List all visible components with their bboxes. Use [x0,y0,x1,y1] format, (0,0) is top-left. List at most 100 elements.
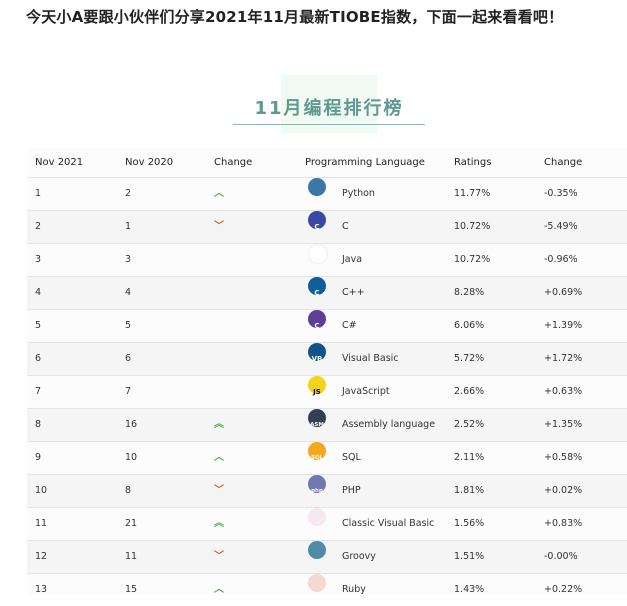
trend-up-icon: ︿ [214,452,224,463]
table-row: 2 1 ﹀ C C 10.72% -5.49% [27,210,627,243]
table-header: Nov 2021 Nov 2020 Change Programming Lan… [27,148,627,177]
python-icon [308,178,326,196]
rank-nov-2020: 6 [125,353,132,364]
language-name: SQL [342,452,361,463]
rank-nov-2020: 2 [125,188,132,199]
rank-nov-2021: 3 [35,254,42,265]
header-language: Programming Language [305,157,425,168]
rating-value: 1.81% [454,485,485,496]
table-row: 6 6 VB Visual Basic 5.72% +1.72% [27,342,627,375]
language-name: Visual Basic [342,353,399,364]
trend-down-icon: ﹀ [214,221,224,232]
rank-nov-2021: 10 [35,485,48,496]
rating-value: 2.52% [454,419,485,430]
table-row: 4 4 C C++ 8.28% +0.69% [27,276,627,309]
table-row: 5 5 C C# 6.06% +1.39% [27,309,627,342]
ranking-table: Nov 2021 Nov 2020 Change Programming Lan… [27,148,627,595]
rating-value: 2.66% [454,386,485,397]
rank-nov-2021: 5 [35,320,42,331]
rating-value: 2.11% [454,452,485,463]
header-rating-change: Change [544,157,583,168]
rank-nov-2021: 8 [35,419,42,430]
rank-nov-2020: 3 [125,254,132,265]
sql-icon: SQL [308,442,326,461]
cpp-icon: C [308,277,326,297]
rank-nov-2020: 1 [125,221,132,232]
rank-nov-2020: 7 [125,386,132,397]
table-row: 11 21 ︽ Classic Visual Basic 1.56% +0.83% [27,507,627,540]
table-row: 8 16 ︽ ASM Assembly language 2.52% +1.35% [27,408,627,441]
ruby-icon [308,574,326,592]
rank-nov-2021: 9 [35,452,42,463]
rank-nov-2020: 21 [125,518,138,529]
php-icon: php [308,475,326,494]
rating-change: +0.69% [544,287,583,298]
rank-nov-2021: 4 [35,287,42,298]
rank-nov-2020: 4 [125,287,132,298]
rank-nov-2021: 7 [35,386,42,397]
c-icon: C [308,211,326,231]
rating-change: +0.63% [544,386,583,397]
table-row: 1 2 ︿ Python 11.77% -0.35% [27,177,627,210]
rank-nov-2021: 2 [35,221,42,232]
rank-nov-2021: 11 [35,518,48,529]
language-name: Python [342,188,375,199]
classic-visual-basic-icon [308,508,326,526]
rank-nov-2020: 8 [125,485,132,496]
rating-change: -0.00% [544,551,578,562]
trend-up-icon: ︿ [214,584,224,595]
java-icon [308,244,328,264]
header-nov-2020: Nov 2020 [125,157,174,168]
rating-change: +0.58% [544,452,583,463]
rank-nov-2021: 6 [35,353,42,364]
language-name: Ruby [342,584,366,595]
rating-value: 5.72% [454,353,485,364]
table-row: 9 10 ︿ SQL SQL 2.11% +0.58% [27,441,627,474]
rating-value: 11.77% [454,188,491,199]
rank-nov-2020: 10 [125,452,138,463]
rank-nov-2020: 5 [125,320,132,331]
header-change: Change [214,157,253,168]
language-name: Classic Visual Basic [342,518,435,529]
header-ratings: Ratings [454,157,492,168]
assembly-icon: ASM [308,409,326,428]
rating-value: 6.06% [454,320,485,331]
table-row: 10 8 ﹀ php PHP 1.81% +0.02% [27,474,627,507]
rating-change: -0.96% [544,254,578,265]
trend-double-up-icon: ︽ [214,518,224,529]
javascript-icon: JS [308,376,326,396]
rating-change: +0.83% [544,518,583,529]
rating-change: +1.35% [544,419,583,430]
rating-change: -5.49% [544,221,578,232]
table-row: 7 7 JS JavaScript 2.66% +0.63% [27,375,627,408]
table-row: 13 15 ︿ Ruby 1.43% +0.22% [27,573,627,606]
csharp-icon: C [308,310,326,330]
trend-double-up-icon: ︽ [214,419,224,430]
intro-text: 今天小A要跟小伙伴们分享2021年11月最新TIOBE指数，下面一起来看看吧！ [26,8,564,26]
rating-value: 10.72% [454,221,491,232]
header-nov-2021: Nov 2021 [35,157,84,168]
rating-change: +1.72% [544,353,583,364]
trend-up-icon: ︿ [214,188,224,199]
language-name: Assembly language [342,419,436,430]
rating-change: +1.39% [544,320,583,331]
rating-value: 1.43% [454,584,485,595]
rating-value: 10.72% [454,254,491,265]
rating-value: 1.56% [454,518,485,529]
rank-nov-2020: 15 [125,584,138,595]
title-underline [233,124,425,125]
language-name: JavaScript [342,386,390,397]
language-name: PHP [342,485,361,496]
rank-nov-2021: 13 [35,584,48,595]
language-name: Groovy [342,551,376,562]
language-name: C [342,221,349,232]
rank-nov-2021: 12 [35,551,48,562]
language-name: C++ [342,287,365,298]
trend-down-icon: ﹀ [214,485,224,496]
table-row: 3 3 Java 10.72% -0.96% [27,243,627,276]
language-name: C# [342,320,357,331]
rank-nov-2020: 16 [125,419,138,430]
table-body: 1 2 ︿ Python 11.77% -0.35% 2 1 ﹀ C C 10.72% -5.49% 3 3… [27,177,627,606]
trend-down-icon: ﹀ [214,551,224,562]
visual-basic-icon: VB [308,343,326,363]
